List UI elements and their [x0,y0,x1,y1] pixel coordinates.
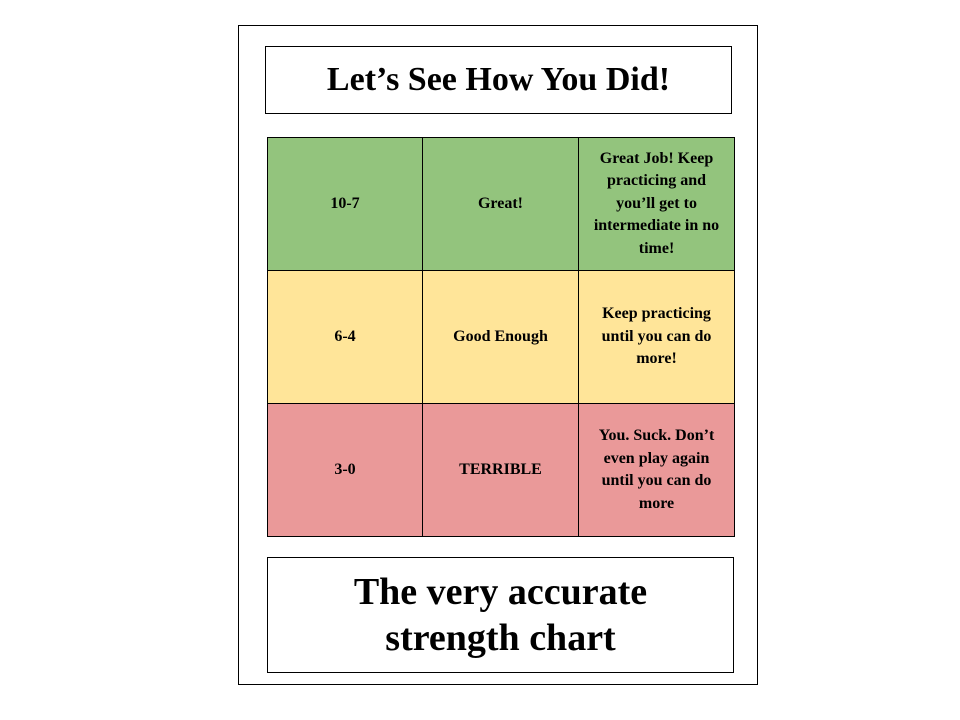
rating-cell: Good Enough [422,270,579,404]
rating-cell: TERRIBLE [422,403,579,537]
message-cell: You. Suck. Don’t even play again until y… [578,403,735,537]
page-title: Let’s See How You Did! [265,46,732,114]
message-cell: Keep practicing until you can do more! [578,270,735,404]
caption-line-2: strength chart [385,617,616,659]
rating-cell: Great! [422,137,579,271]
score-cell: 6-4 [267,270,423,404]
table-row-good-enough: 6-4 Good Enough Keep practicing until yo… [267,270,735,404]
table-row-great: 10-7 Great! Great Job! Keep practicing a… [267,137,735,271]
score-cell: 10-7 [267,137,423,271]
message-cell: Great Job! Keep practicing and you’ll ge… [578,137,735,271]
score-cell: 3-0 [267,403,423,537]
strength-chart-table: 10-7 Great! Great Job! Keep practicing a… [267,137,735,537]
caption-line-1: The very accurate [353,571,648,613]
chart-caption: The very accurate strength chart [267,557,734,673]
table-row-terrible: 3-0 TERRIBLE You. Suck. Don’t even play … [267,403,735,537]
